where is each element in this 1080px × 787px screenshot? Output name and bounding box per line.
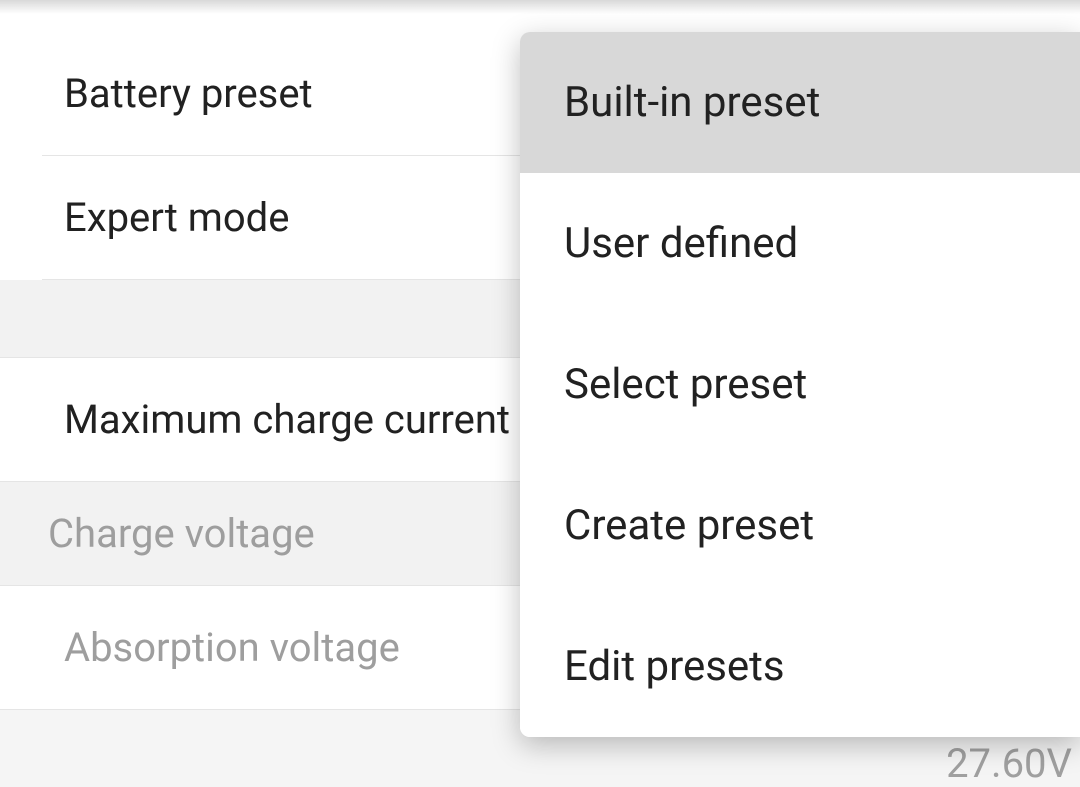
partial-value: 27.60V: [946, 740, 1072, 787]
popup-item-user-defined[interactable]: User defined: [520, 173, 1080, 314]
popup-item-edit-presets[interactable]: Edit presets: [520, 596, 1080, 737]
popup-item-label: Create preset: [564, 501, 814, 550]
preset-popup-menu: Built-in preset User defined Select pres…: [520, 32, 1080, 737]
popup-item-create-preset[interactable]: Create preset: [520, 455, 1080, 596]
popup-item-built-in-preset[interactable]: Built-in preset: [520, 32, 1080, 173]
popup-item-label: Built-in preset: [564, 78, 820, 127]
popup-item-select-preset[interactable]: Select preset: [520, 314, 1080, 455]
popup-item-label: Select preset: [564, 360, 807, 409]
popup-item-label: User defined: [564, 219, 798, 268]
popup-item-label: Edit presets: [564, 642, 785, 691]
charge-voltage-header-label: Charge voltage: [48, 510, 315, 557]
header-shadow: [0, 0, 1080, 14]
